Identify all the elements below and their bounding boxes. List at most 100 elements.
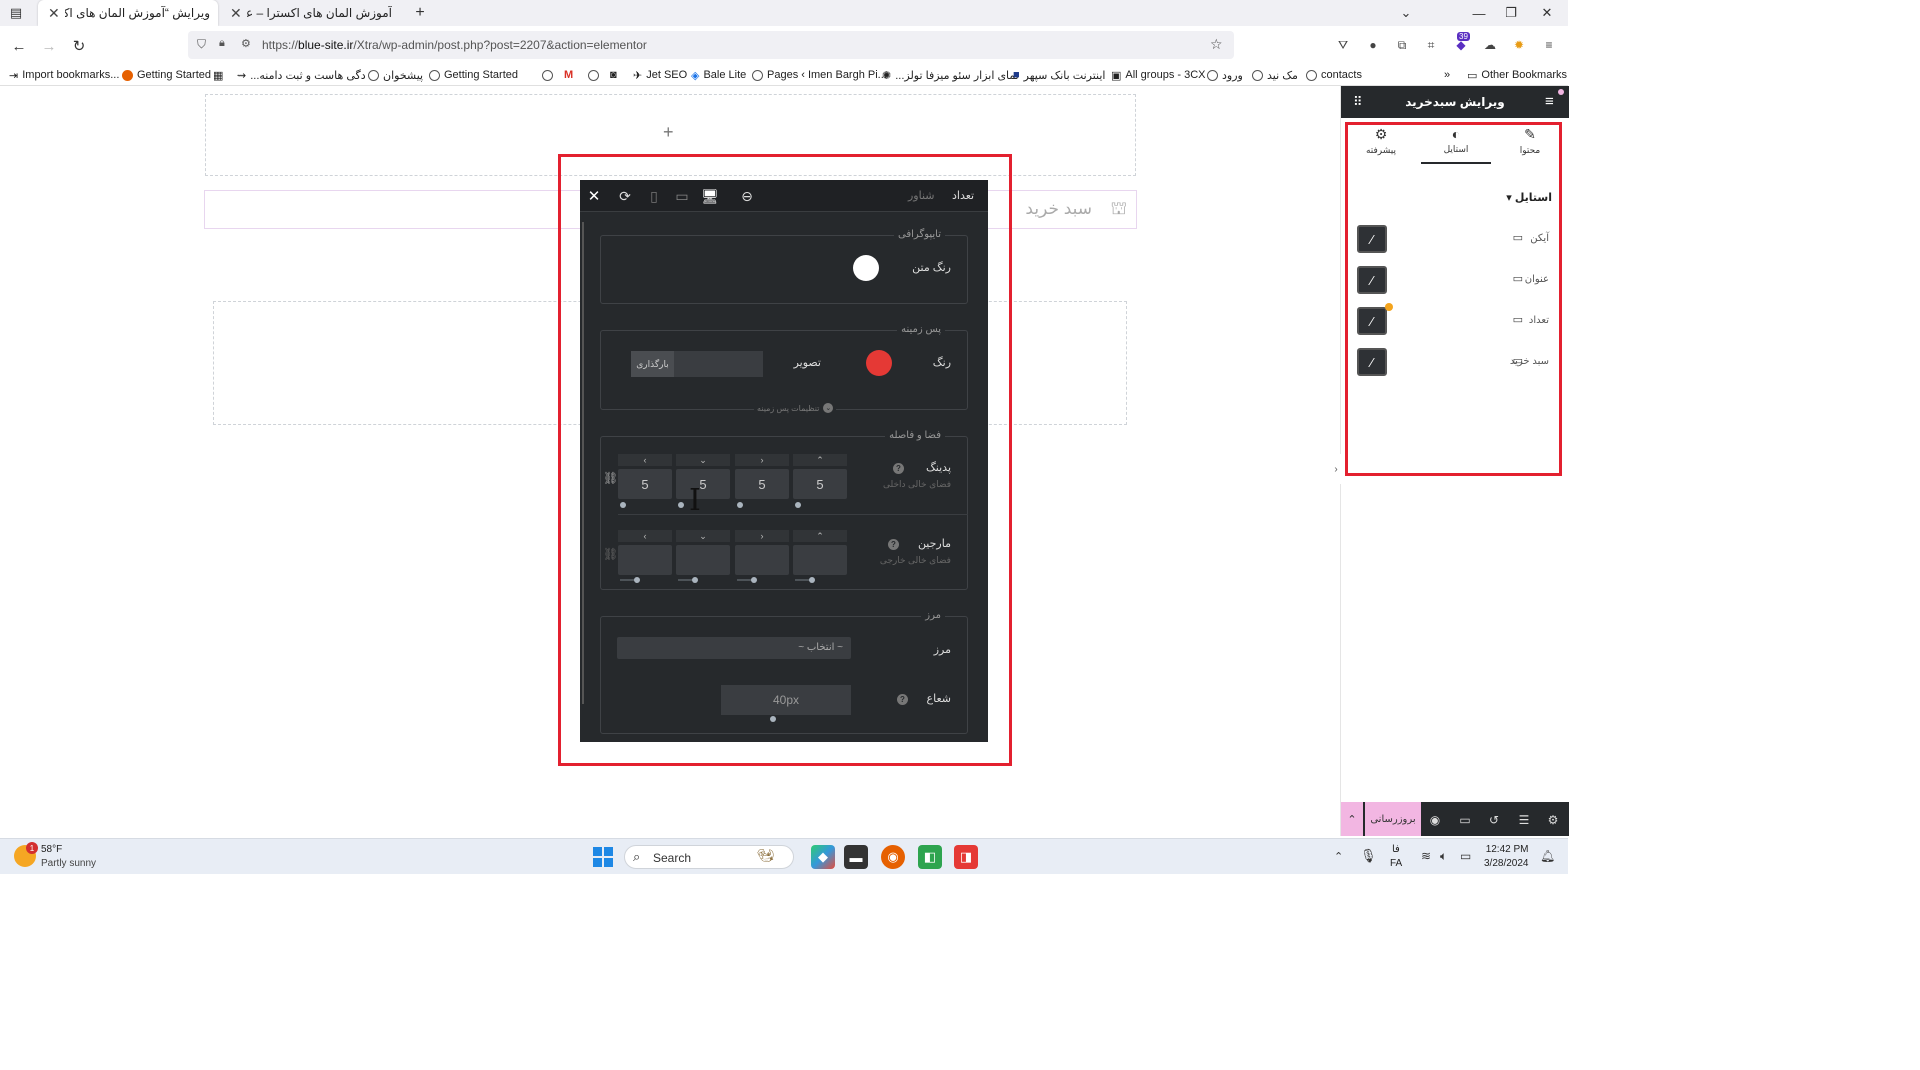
scrollbar[interactable] — [582, 222, 584, 704]
tab-overflow-icon[interactable]: ⌄ — [1397, 4, 1415, 22]
help-icon[interactable]: ? — [897, 694, 908, 705]
padding-left-input[interactable]: 5 — [618, 469, 672, 499]
url-text[interactable]: https://blue-site.ir/Xtra/wp-admin/post.… — [262, 38, 647, 52]
history-icon[interactable]: ↺ — [1486, 812, 1502, 828]
volume-icon[interactable]: 🔈︎ — [1440, 849, 1447, 864]
bg-settings-toggle[interactable]: تنظیمات پس زمینه ⌄ — [754, 403, 837, 413]
bookmark-item[interactable]: Pages ‹ Imen Bargh Pi... — [752, 67, 887, 83]
padding-top-input[interactable]: 5 — [793, 469, 847, 499]
popup-subtitle[interactable]: شناور — [908, 189, 935, 202]
help-icon[interactable]: ? — [893, 463, 904, 474]
minimize-icon[interactable]: — — [1470, 4, 1488, 22]
notification-bell-icon[interactable]: 🔔︎ — [1540, 849, 1555, 863]
desktop-icon[interactable]: 🖥︎ — [701, 187, 719, 205]
hover-toggle-icon[interactable]: ⊖ — [738, 187, 756, 205]
collapse-panel-icon[interactable]: › — [1331, 454, 1341, 484]
radius-input[interactable]: 40px — [721, 685, 851, 715]
restore-icon[interactable]: ❐ — [1502, 4, 1520, 22]
tab-close-icon[interactable]: ✕ — [230, 5, 242, 22]
bookmark-item[interactable]: ورود — [1207, 67, 1243, 83]
lang-top[interactable]: فا — [1392, 844, 1400, 855]
tab-close-icon[interactable]: ✕ — [48, 5, 60, 22]
upload-button[interactable]: بارگذاری — [631, 351, 674, 377]
hamburger-icon[interactable]: ≡ — [1545, 93, 1554, 110]
image-field[interactable]: بارگذاری — [631, 351, 763, 377]
mobile-icon[interactable]: ▯ — [645, 187, 663, 205]
link-icon[interactable]: ⛓ — [603, 547, 618, 561]
padding-left-slider[interactable] — [620, 502, 626, 508]
permissions-icon[interactable]: ⚙ — [241, 37, 251, 50]
browser-tab[interactable]: آموزش المان های اکسترا – علاءالدین ✕ — [220, 0, 400, 26]
copilot-icon[interactable]: ◆ — [811, 845, 835, 869]
bookmark-item[interactable]: contacts — [1306, 67, 1362, 83]
link-icon[interactable]: ⛓ — [603, 471, 618, 485]
forward-icon[interactable]: → — [39, 36, 59, 56]
margin-right-input[interactable] — [735, 545, 789, 575]
close-icon[interactable]: ✕ — [585, 187, 603, 205]
eye-icon[interactable]: ◉ — [1427, 812, 1443, 828]
bookmark-item[interactable]: ✺ ...نمای ابزار سئو میزفا تولز — [882, 67, 1019, 83]
settings-icon[interactable]: ⚙ — [1545, 812, 1561, 828]
app-green-icon[interactable]: ◧ — [918, 845, 942, 869]
firefox-icon[interactable]: ◉ — [881, 845, 905, 869]
back-icon[interactable]: ← — [9, 36, 29, 56]
battery-icon[interactable]: ▭ — [1460, 849, 1471, 863]
bookmark-item[interactable]: ▣ All groups - 3CX — [1111, 67, 1206, 83]
margin-bottom-input[interactable] — [676, 545, 730, 575]
bookmark-item[interactable]: ✈ Jet SEO — [633, 67, 687, 83]
arrow-up-icon[interactable]: ⌃ — [793, 454, 847, 466]
arrow-left-icon[interactable]: ‹ — [618, 454, 672, 466]
other-bookmarks[interactable]: ▭ Other Bookmarks — [1467, 67, 1567, 83]
crop-icon[interactable]: ⌗ — [1422, 36, 1440, 54]
margin-top-slider[interactable] — [809, 577, 815, 583]
arrow-left-icon[interactable]: ‹ — [618, 530, 672, 542]
bookmark-item[interactable]: ⇝ ...دگی هاست و ثبت دامنه — [237, 67, 366, 83]
wifi-icon[interactable]: ≋ — [1421, 849, 1431, 863]
arrow-down-icon[interactable]: ⌄ — [676, 530, 730, 542]
margin-left-input[interactable] — [618, 545, 672, 575]
padding-right-input[interactable]: 5 — [735, 469, 789, 499]
arrow-up-icon[interactable]: ⌃ — [793, 530, 847, 542]
padding-bottom-input[interactable]: 5 — [676, 469, 730, 499]
text-color-swatch[interactable] — [853, 255, 879, 281]
clock[interactable]: 12:42 PM 3/28/2024 — [1484, 843, 1529, 871]
bookmark-item[interactable] — [588, 67, 599, 83]
terminal-icon[interactable]: ▬ — [844, 845, 868, 869]
reload-icon[interactable]: ↻ — [69, 36, 89, 56]
reset-icon[interactable]: ⟳ — [616, 187, 634, 205]
bookmark-item[interactable]: Getting Started — [429, 67, 518, 83]
chevron-up-icon[interactable]: ⌃ — [1341, 802, 1363, 836]
margin-right-slider[interactable] — [751, 577, 757, 583]
padding-right-slider[interactable] — [737, 502, 743, 508]
tablet-icon[interactable]: ▭ — [673, 187, 691, 205]
cloud-icon[interactable]: ☁ — [1481, 36, 1499, 54]
shield-icon[interactable]: ⛉ — [197, 37, 206, 52]
padding-bottom-slider[interactable] — [678, 502, 684, 508]
url-bar[interactable]: ⛉ 🔒︎ ⚙ https://blue-site.ir/Xtra/wp-admi… — [188, 31, 1234, 59]
taskbar-search[interactable]: ⌕ Search 🦦︎ — [624, 845, 794, 869]
padding-top-slider[interactable] — [795, 502, 801, 508]
bookmark-item[interactable]: پیشخوان — [368, 67, 423, 83]
account-icon[interactable]: ● — [1364, 36, 1382, 54]
margin-top-input[interactable] — [793, 545, 847, 575]
pocket-icon[interactable]: ⛛ — [1334, 36, 1352, 54]
bookmark-item[interactable]: ■ اینترنت بانک سپهر — [1013, 67, 1105, 83]
menu-icon[interactable]: ≡ — [1540, 36, 1558, 54]
bookmark-item[interactable]: ◙ — [610, 67, 617, 83]
bookmark-item[interactable] — [542, 67, 553, 83]
tray-chevron-icon[interactable]: ⌃ — [1334, 850, 1343, 863]
responsive-icon[interactable]: ▭ — [1457, 812, 1473, 828]
border-type-select[interactable]: ~ انتخاب ~ — [617, 637, 851, 659]
lang-bottom[interactable]: FA — [1390, 858, 1402, 869]
radius-slider-knob[interactable] — [770, 716, 776, 722]
extensions-icon[interactable]: ⧉ — [1393, 36, 1411, 54]
bookmark-item[interactable]: ▦ — [213, 67, 223, 83]
bookmark-star-icon[interactable]: ☆ — [1210, 36, 1223, 53]
margin-left-slider[interactable] — [634, 577, 640, 583]
layers-icon[interactable]: ☰ — [1516, 812, 1532, 828]
add-section-icon[interactable]: + — [663, 122, 674, 143]
app-red-icon[interactable]: ◨ — [954, 845, 978, 869]
bookmark-item[interactable]: Getting Started — [122, 67, 211, 83]
lock-icon[interactable]: 🔒︎ — [219, 37, 225, 50]
bookmark-item[interactable]: ◈ Bale Lite — [691, 67, 746, 83]
